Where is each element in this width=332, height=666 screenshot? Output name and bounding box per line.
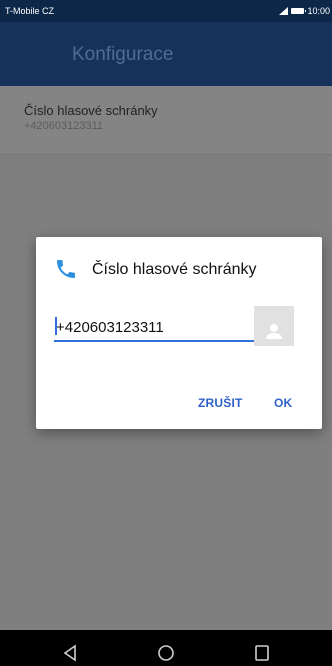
- list-item-subtitle: +420603123311: [24, 120, 104, 132]
- status-time: 10:00: [307, 6, 330, 16]
- recents-button[interactable]: [232, 630, 292, 666]
- pick-contact-button[interactable]: [254, 306, 294, 346]
- carrier-name: T-Mobile CZ: [5, 6, 55, 16]
- list-item-voicemail-number[interactable]: Číslo hlasové schránky +420603123311: [0, 86, 332, 155]
- ok-button[interactable]: OK: [268, 392, 298, 414]
- battery-icon: [291, 8, 307, 14]
- cancel-button[interactable]: ZRUŠIT: [192, 392, 249, 414]
- navigation-bar: [0, 630, 332, 666]
- contact-icon: [266, 323, 282, 339]
- signal-icon: [279, 7, 289, 15]
- back-icon: [63, 643, 76, 662]
- back-button[interactable]: [40, 630, 100, 666]
- recents-icon: [255, 644, 269, 661]
- phone-icon: [54, 257, 78, 281]
- voicemail-number-input[interactable]: [54, 314, 264, 342]
- voicemail-number-dialog: Číslo hlasové schránky ZRUŠIT OK: [36, 237, 322, 429]
- home-button[interactable]: [136, 630, 196, 666]
- text-cursor: [55, 317, 57, 335]
- home-icon: [158, 644, 174, 661]
- dialog-title: Číslo hlasové schránky: [92, 261, 257, 278]
- page-title: Konfigurace: [72, 44, 174, 65]
- status-bar: T-Mobile CZ 10:00: [0, 0, 332, 22]
- list-item-title: Číslo hlasové schránky: [24, 103, 158, 118]
- app-bar: Konfigurace: [0, 22, 332, 86]
- status-icons: 10:00: [279, 6, 330, 16]
